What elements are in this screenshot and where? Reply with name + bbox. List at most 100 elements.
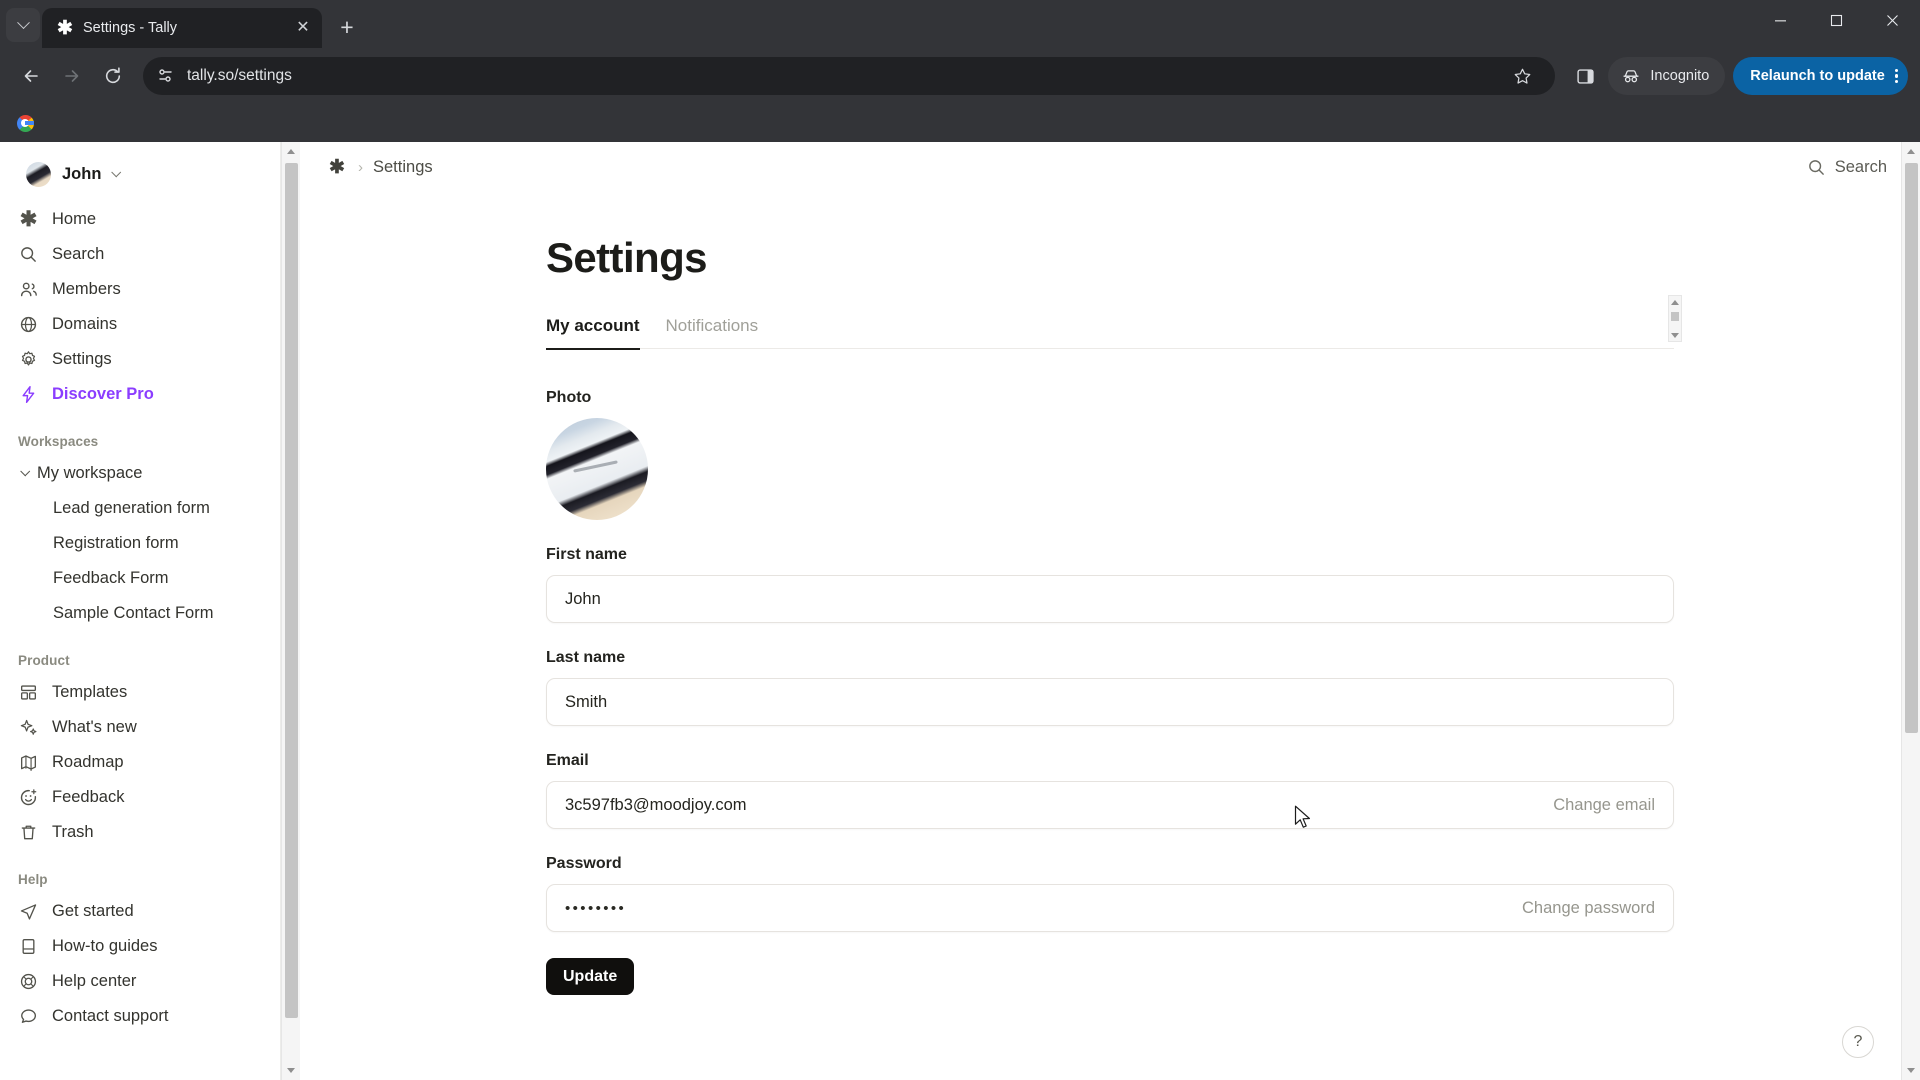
sidebar-scroll-track[interactable]: [282, 161, 301, 1061]
email-value: 3c597fb3@moodjoy.com: [565, 795, 747, 814]
tab-my-account[interactable]: My account: [546, 316, 640, 350]
sidebar-scroll-thumb[interactable]: [284, 163, 298, 1018]
last-name-input[interactable]: Smith: [546, 678, 1674, 726]
scroll-up-button[interactable]: [282, 142, 301, 161]
inner-scrollbar[interactable]: [1668, 295, 1682, 342]
settings-content-column: Settings My account Notifications Photo …: [546, 192, 1682, 1055]
chat-bubble-icon: [18, 1006, 39, 1027]
password-label: Password: [546, 855, 622, 872]
side-panel-button[interactable]: [1566, 57, 1604, 95]
email-input[interactable]: 3c597fb3@moodjoy.com Change email: [546, 781, 1674, 829]
relaunch-to-update-button[interactable]: Relaunch to update: [1733, 57, 1908, 95]
members-icon: [18, 279, 39, 300]
inner-scroll-thumb[interactable]: [1671, 312, 1679, 321]
toolbar-right-cluster: Incognito Relaunch to update: [1566, 57, 1908, 95]
sidebar-item-settings[interactable]: Settings: [8, 342, 272, 377]
sidebar-item-members[interactable]: Members: [8, 272, 272, 307]
last-name-field: Last name Smith: [546, 649, 1674, 726]
scroll-down-button[interactable]: [1669, 329, 1681, 341]
bookmark-button[interactable]: [1503, 57, 1541, 95]
address-bar[interactable]: tally.so/settings: [143, 57, 1556, 95]
site-settings-icon[interactable]: [157, 67, 175, 85]
sidebar-scrollbar[interactable]: [281, 142, 300, 1080]
workspace-label: My workspace: [37, 464, 143, 482]
page-scroll-thumb[interactable]: [1904, 163, 1918, 733]
inner-scroll-track[interactable]: [1669, 308, 1681, 329]
page-scrollbar[interactable]: [1901, 142, 1920, 1080]
asterisk-icon: ✱: [19, 208, 38, 231]
change-password-button[interactable]: Change password: [1522, 899, 1655, 918]
question-mark-icon: ?: [1853, 1033, 1863, 1050]
scroll-up-button[interactable]: [1902, 142, 1920, 161]
scroll-down-button[interactable]: [282, 1061, 301, 1080]
browser-tab[interactable]: ✱ Settings - Tally ✕: [42, 8, 322, 48]
scroll-up-button[interactable]: [1669, 296, 1681, 308]
sidebar-item-label: Search: [52, 245, 105, 263]
minimize-icon: [1774, 19, 1786, 21]
address-bar-url: tally.so/settings: [187, 67, 292, 84]
sidebar-form-sample-contact[interactable]: Sample Contact Form: [8, 596, 272, 631]
triangle-down-icon: [287, 1068, 295, 1073]
chevron-down-icon[interactable]: [20, 466, 31, 477]
sidebar-item-trash[interactable]: Trash: [8, 815, 272, 850]
sidebar-item-home[interactable]: ✱ Home: [8, 202, 272, 237]
chevron-down-icon: [111, 166, 122, 177]
search-icon: [18, 244, 39, 265]
sidebar-item-search[interactable]: Search: [8, 237, 272, 272]
incognito-indicator[interactable]: Incognito: [1608, 57, 1726, 95]
settings-scroll-area: Settings My account Notifications Photo …: [300, 192, 1920, 1080]
update-button[interactable]: Update: [546, 958, 635, 995]
asterisk-icon[interactable]: ✱: [326, 156, 348, 178]
google-bookmark[interactable]: [10, 108, 40, 138]
page-scroll-track[interactable]: [1902, 161, 1920, 1061]
sidebar-item-how-to-guides[interactable]: How-to guides: [8, 929, 272, 964]
breadcrumb[interactable]: Settings: [373, 158, 433, 177]
minimize-button[interactable]: [1752, 0, 1808, 40]
sidebar-item-discover-pro[interactable]: Discover Pro: [8, 377, 272, 412]
sidebar-item-roadmap[interactable]: Roadmap: [8, 745, 272, 780]
sidebar-form-label: Registration form: [53, 534, 179, 552]
triangle-down-icon: [1671, 332, 1679, 338]
incognito-label: Incognito: [1650, 68, 1710, 84]
first-name-label: First name: [546, 546, 627, 563]
sidebar-item-feedback[interactable]: Feedback: [8, 780, 272, 815]
sidebar-item-label: Members: [52, 280, 121, 298]
new-tab-button[interactable]: +: [330, 10, 364, 44]
sidebar-item-contact-support[interactable]: Contact support: [8, 999, 272, 1034]
sidebar-item-templates[interactable]: Templates: [8, 675, 272, 710]
close-button[interactable]: [1864, 0, 1920, 40]
sidebar-item-domains[interactable]: Domains: [8, 307, 272, 342]
maximize-button[interactable]: [1808, 0, 1864, 40]
password-input[interactable]: •••••••• Change password: [546, 884, 1674, 932]
search-button[interactable]: Search: [1798, 153, 1896, 182]
avatar[interactable]: [546, 418, 648, 520]
kebab-menu-icon[interactable]: [1894, 68, 1898, 84]
workspace-user-switcher[interactable]: John: [8, 156, 292, 192]
tab-search-button[interactable]: [6, 8, 40, 42]
forward-button[interactable]: [53, 57, 91, 95]
sidebar-workspace-my-workspace[interactable]: My workspace: [8, 456, 272, 491]
sidebar-section-product: Product: [18, 653, 70, 668]
sidebar-item-whats-new[interactable]: What's new: [8, 710, 272, 745]
breadcrumb-separator: ›: [358, 158, 363, 176]
back-button[interactable]: [12, 57, 50, 95]
sidebar-item-label: Get started: [52, 902, 134, 920]
sidebar-item-help-center[interactable]: Help center: [8, 964, 272, 999]
sidebar-form-lead-generation[interactable]: Lead generation form: [8, 491, 272, 526]
reload-button[interactable]: [94, 57, 132, 95]
lightning-icon: [18, 384, 39, 405]
change-email-button[interactable]: Change email: [1553, 796, 1655, 815]
scroll-down-button[interactable]: [1902, 1061, 1920, 1080]
password-field: Password •••••••• Change password: [546, 855, 1674, 932]
paper-plane-icon: [18, 901, 39, 922]
search-icon: [1808, 159, 1824, 175]
last-name-label: Last name: [546, 649, 626, 666]
first-name-input[interactable]: John: [546, 575, 1674, 623]
tab-notifications[interactable]: Notifications: [666, 316, 759, 348]
sidebar-form-feedback[interactable]: Feedback Form: [8, 561, 272, 596]
sidebar-form-registration[interactable]: Registration form: [8, 526, 272, 561]
help-button[interactable]: ?: [1842, 1026, 1874, 1058]
page-title: Settings: [546, 234, 707, 281]
close-icon[interactable]: ✕: [292, 17, 314, 39]
sidebar-item-get-started[interactable]: Get started: [8, 894, 272, 929]
